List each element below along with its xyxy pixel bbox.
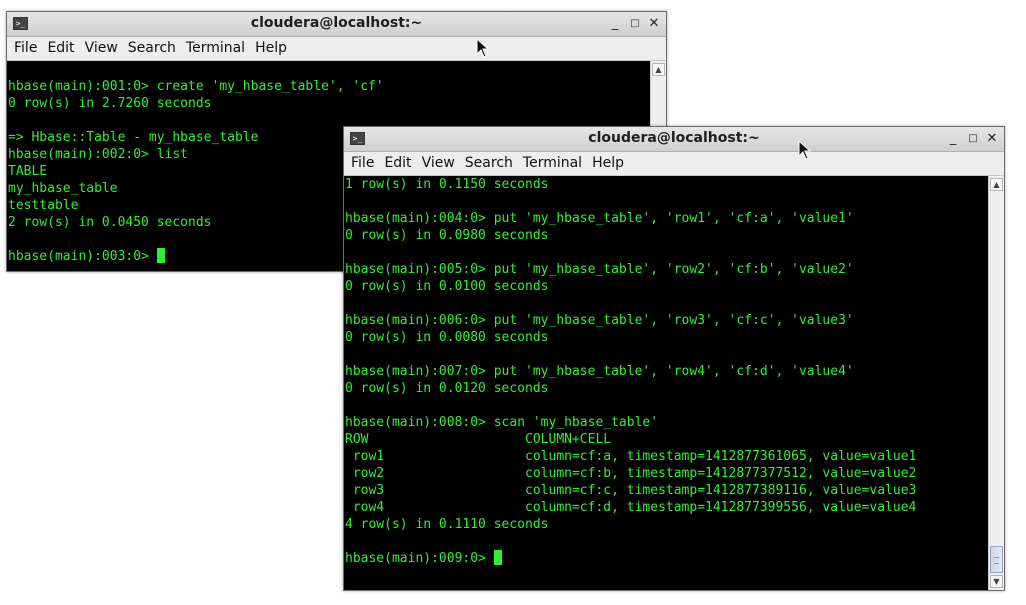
menu-file[interactable]: File	[346, 152, 379, 175]
terminal-line: row1 column=cf:a, timestamp=141287736106…	[345, 449, 917, 464]
terminal-line: 0 row(s) in 0.0080 seconds	[345, 330, 549, 345]
menu-bar: File Edit View Search Terminal Help	[344, 152, 1004, 176]
terminal-line: 1 row(s) in 0.1150 seconds	[345, 177, 549, 192]
terminal-line: ROW COLUMN+CELL	[345, 432, 612, 447]
close-icon[interactable]: ✕	[983, 130, 1001, 148]
terminal-line: hbase(main):008:0> scan 'my_hbase_table'	[345, 415, 659, 430]
close-icon[interactable]: ✕	[645, 15, 663, 33]
text-cursor	[156, 248, 165, 263]
grip-icon	[994, 557, 999, 564]
terminal-line: hbase(main):007:0> put 'my_hbase_table',…	[345, 364, 854, 379]
menu-terminal[interactable]: Terminal	[518, 152, 587, 175]
minimize-icon[interactable]: _	[944, 130, 962, 148]
title-bar[interactable]: >_ cloudera@localhost:~ _ □ ✕	[344, 127, 1004, 152]
scrollbar[interactable]: ▲ ▼	[988, 176, 1004, 590]
menu-help[interactable]: Help	[250, 37, 292, 60]
terminal-line: 0 row(s) in 2.7260 seconds	[8, 96, 212, 111]
maximize-icon[interactable]: □	[964, 130, 982, 148]
menu-edit[interactable]: Edit	[379, 152, 416, 175]
mouse-pointer-icon	[798, 140, 812, 160]
terminal-line: 0 row(s) in 0.0120 seconds	[345, 381, 549, 396]
mouse-pointer-icon	[476, 38, 490, 58]
terminal-window-front[interactable]: >_ cloudera@localhost:~ _ □ ✕ File Edit Vi…	[343, 126, 1005, 591]
menu-search[interactable]: Search	[123, 37, 181, 60]
scroll-up-icon[interactable]: ▲	[652, 63, 665, 76]
menu-file[interactable]: File	[9, 37, 42, 60]
terminal-line: 0 row(s) in 0.0980 seconds	[345, 228, 549, 243]
terminal-line: 0 row(s) in 0.0100 seconds	[345, 279, 549, 294]
terminal-line: row4 column=cf:d, timestamp=141287739955…	[345, 500, 917, 515]
menu-view[interactable]: View	[80, 37, 123, 60]
terminal-line: hbase(main):005:0> put 'my_hbase_table',…	[345, 262, 854, 277]
menu-help[interactable]: Help	[587, 152, 629, 175]
menu-view[interactable]: View	[417, 152, 460, 175]
terminal-line: hbase(main):004:0> put 'my_hbase_table',…	[345, 211, 854, 226]
scrollbar-thumb[interactable]	[990, 546, 1003, 573]
menu-bar: File Edit View Search Terminal Help	[7, 37, 666, 61]
terminal-output[interactable]: 1 row(s) in 0.1150 seconds hbase(main):00…	[344, 176, 988, 590]
text-cursor	[493, 550, 502, 565]
window-title: cloudera@localhost:~	[250, 15, 423, 31]
terminal-line: 4 row(s) in 0.1110 seconds	[345, 517, 549, 532]
window-title: cloudera@localhost:~	[588, 130, 760, 146]
terminal-line: row2 column=cf:b, timestamp=141287737751…	[345, 466, 917, 481]
terminal-line: row3 column=cf:c, timestamp=141287738911…	[345, 483, 917, 498]
terminal-line: hbase(main):001:0> create 'my_hbase_tabl…	[8, 79, 384, 94]
scroll-up-icon[interactable]: ▲	[990, 178, 1003, 191]
maximize-icon[interactable]: □	[626, 15, 644, 33]
menu-terminal[interactable]: Terminal	[181, 37, 250, 60]
minimize-icon[interactable]: _	[606, 15, 624, 33]
title-bar[interactable]: >_ cloudera@localhost:~ _ □ ✕	[7, 12, 666, 37]
terminal-line: hbase(main):009:0>	[345, 550, 988, 567]
menu-search[interactable]: Search	[460, 152, 518, 175]
terminal-line: hbase(main):006:0> put 'my_hbase_table',…	[345, 313, 854, 328]
scroll-down-icon[interactable]: ▼	[990, 575, 1003, 588]
menu-edit[interactable]: Edit	[42, 37, 79, 60]
